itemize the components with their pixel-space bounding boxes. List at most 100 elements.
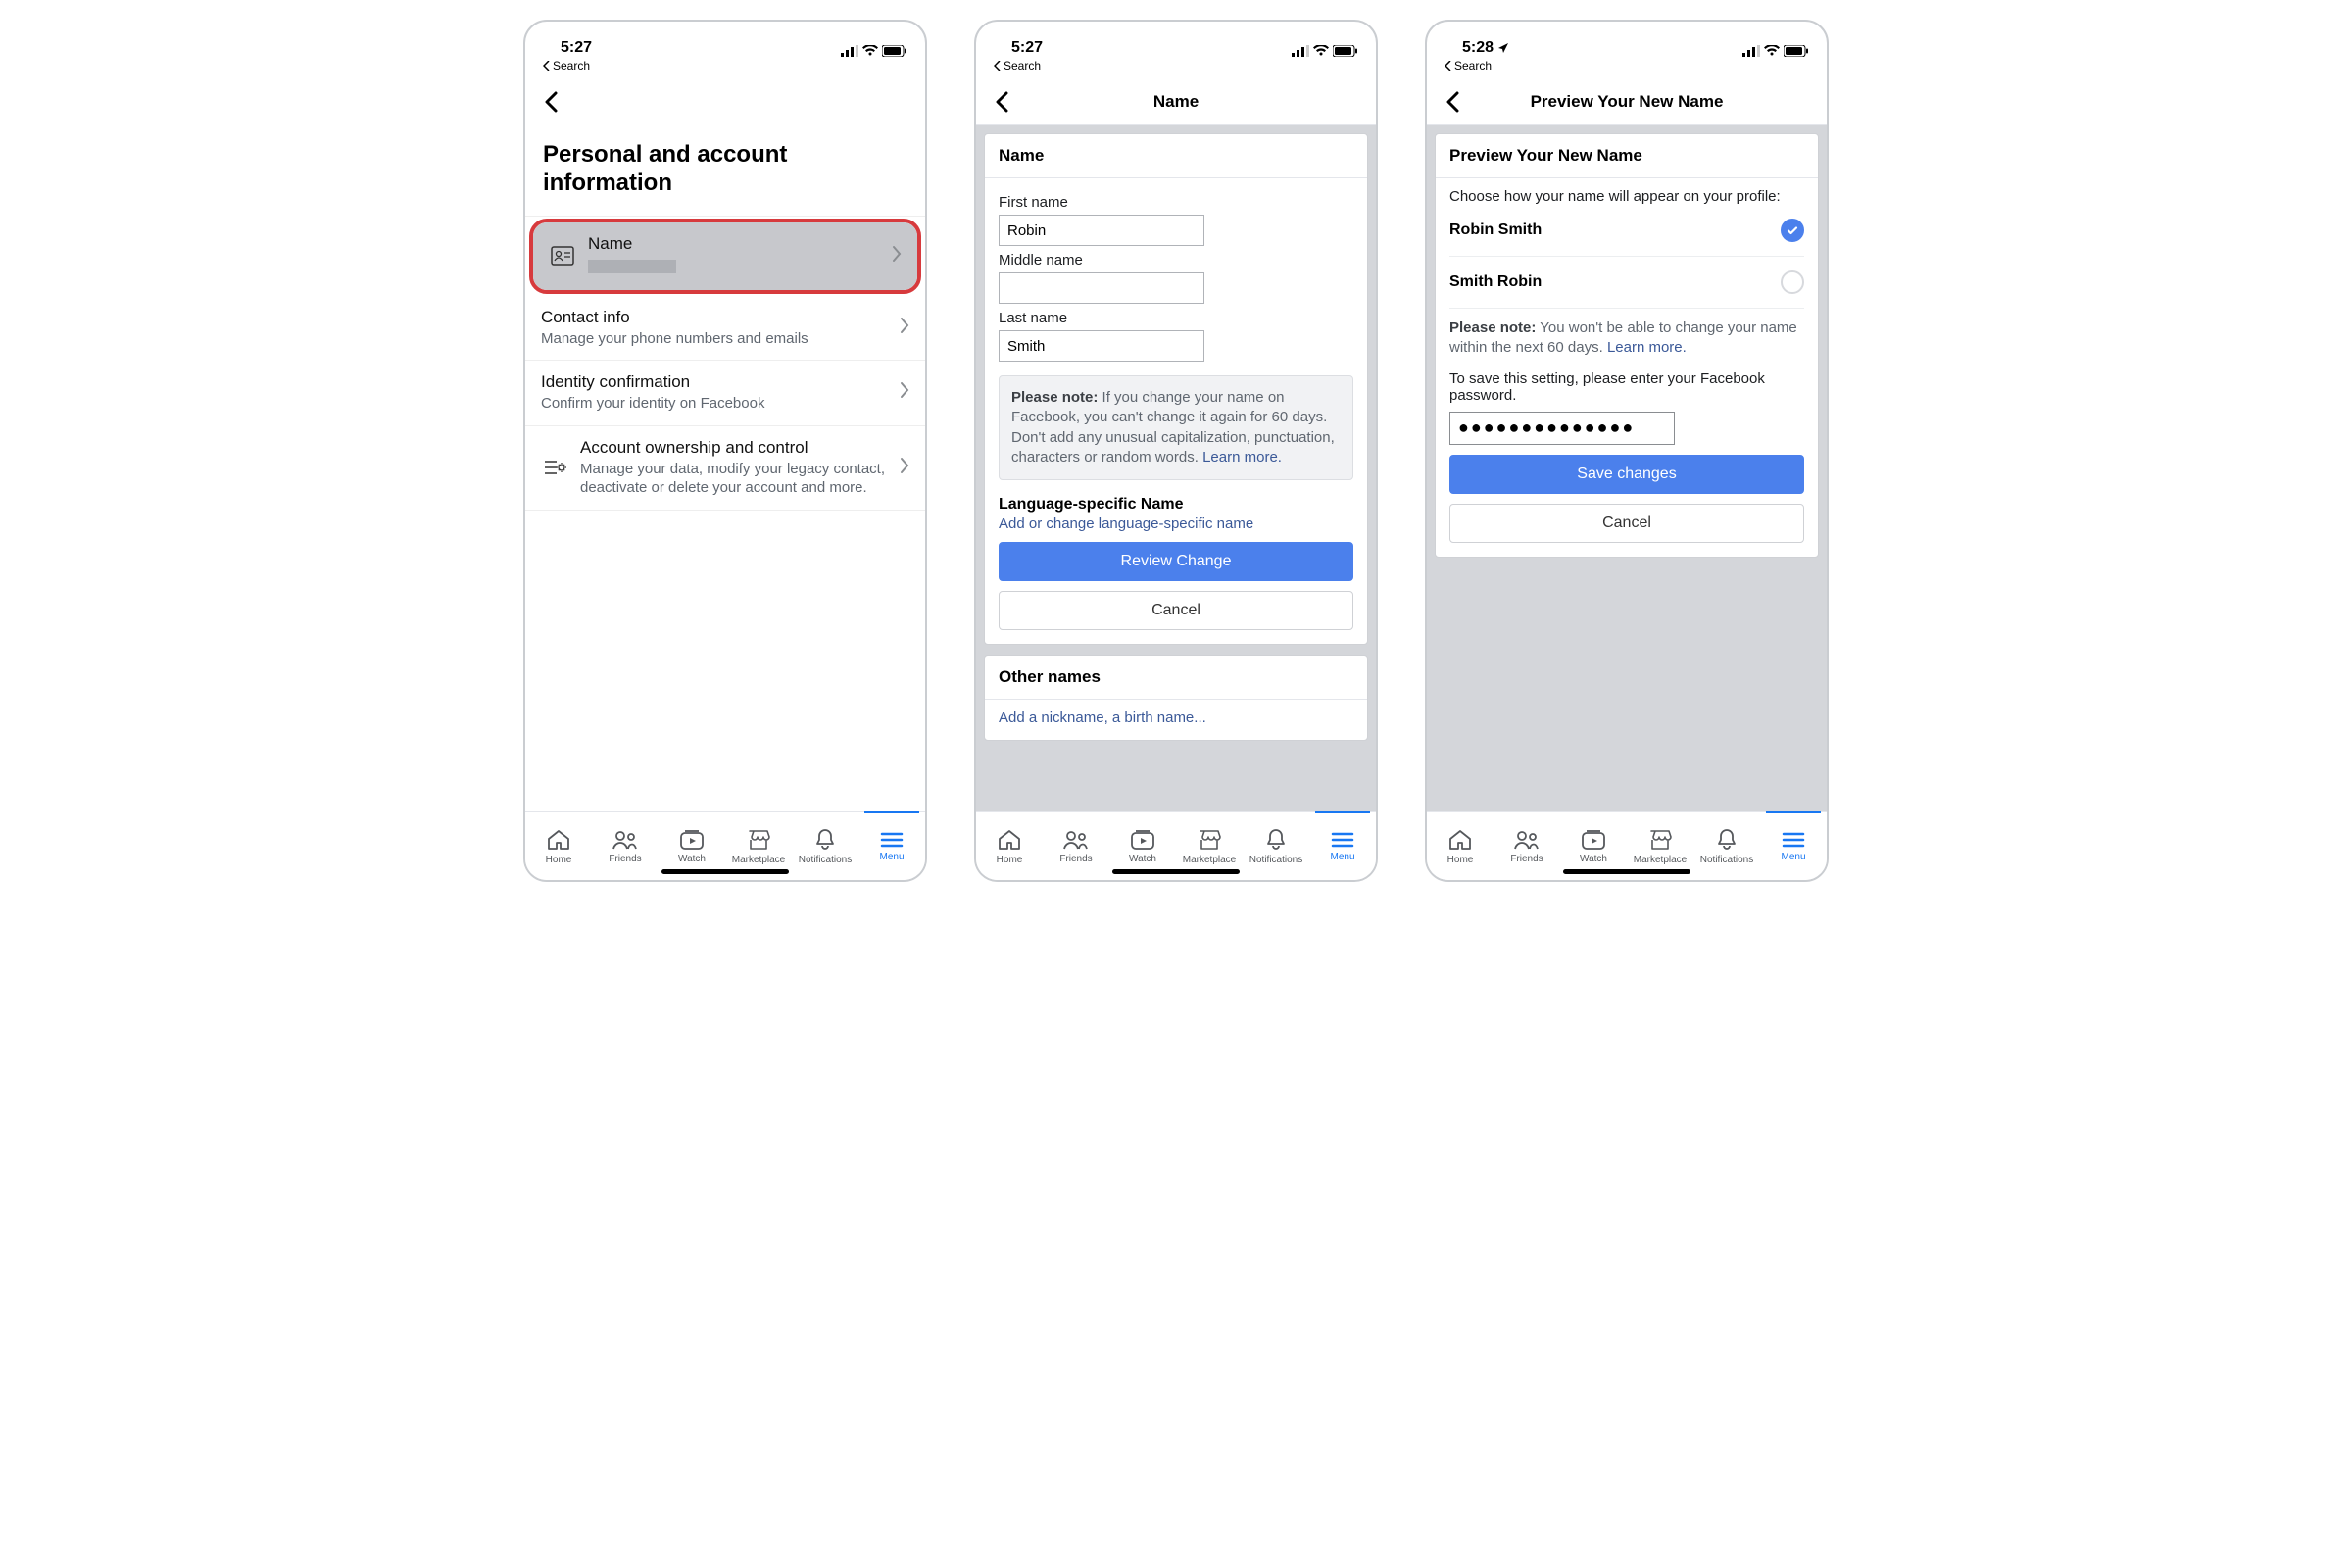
row-contact-info[interactable]: Contact info Manage your phone numbers a… [525, 296, 925, 362]
password-input[interactable] [1449, 412, 1675, 445]
phone-screen-3: 5:28 Search Preview Your New Name Previe… [1425, 20, 1829, 882]
tab-friends[interactable]: Friends [1494, 812, 1560, 880]
name-card: Name First name Middle name Last name Pl… [984, 133, 1368, 645]
phone-screen-2: 5:27 Search Name Name First name Middle … [974, 20, 1378, 882]
status-bar: 5:28 [1427, 22, 1827, 57]
row-contact-sub: Manage your phone numbers and emails [541, 329, 888, 349]
row-name[interactable]: Name [533, 222, 917, 290]
cellular-icon [1292, 45, 1309, 57]
note-bold: Please note: [1449, 319, 1536, 336]
row-identity[interactable]: Identity confirmation Confirm your ident… [525, 361, 925, 426]
nav-header: Preview Your New Name [1427, 78, 1827, 125]
content-area: Name First name Middle name Last name Pl… [976, 125, 1376, 811]
tab-notifications[interactable]: Notifications [1693, 812, 1760, 880]
status-time: 5:27 [1011, 39, 1043, 57]
home-indicator [1112, 869, 1240, 874]
tab-friends[interactable]: Friends [592, 812, 659, 880]
learn-more-link[interactable]: Learn more. [1607, 339, 1687, 356]
phone-screen-1: 5:27 Search Personal and account informa… [523, 20, 927, 882]
wifi-icon [1764, 45, 1780, 57]
bell-icon [814, 828, 836, 852]
tab-home-label: Home [1447, 855, 1474, 865]
tab-notifications[interactable]: Notifications [1243, 812, 1309, 880]
friends-icon [611, 829, 640, 851]
row-ownership[interactable]: Account ownership and control Manage you… [525, 426, 925, 511]
back-to-search[interactable]: Search [976, 57, 1376, 78]
back-caret-icon [994, 61, 1002, 71]
status-time: 5:28 [1462, 39, 1494, 57]
battery-icon [1784, 45, 1809, 57]
chevron-right-icon [900, 381, 909, 404]
id-card-icon [549, 246, 576, 266]
back-to-search[interactable]: Search [525, 57, 925, 78]
card-title: Name [985, 134, 1367, 178]
status-bar: 5:27 [976, 22, 1376, 57]
review-change-button[interactable]: Review Change [999, 542, 1353, 581]
back-caret-icon [1445, 61, 1452, 71]
tab-menu[interactable]: Menu [858, 812, 925, 880]
cancel-button[interactable]: Cancel [999, 591, 1353, 630]
language-name-link[interactable]: Add or change language-specific name [999, 515, 1353, 532]
other-names-card: Other names Add a nickname, a birth name… [984, 655, 1368, 741]
password-instruction: To save this setting, please enter your … [1449, 370, 1804, 404]
menu-icon [1331, 831, 1354, 849]
tab-home[interactable]: Home [976, 812, 1043, 880]
status-icons [1292, 45, 1358, 57]
language-name-title: Language-specific Name [999, 496, 1353, 514]
tab-notifications[interactable]: Notifications [792, 812, 858, 880]
tab-marketplace-label: Marketplace [732, 855, 785, 865]
location-icon [1497, 42, 1509, 54]
middle-name-label: Middle name [999, 252, 1353, 269]
tab-menu-label: Menu [1781, 852, 1805, 862]
nav-header: Name [976, 78, 1376, 125]
chevron-right-icon [900, 317, 909, 339]
chevron-right-icon [900, 457, 909, 479]
note-bold: Please note: [1011, 389, 1098, 406]
tab-marketplace-label: Marketplace [1634, 855, 1687, 865]
status-icons [1742, 45, 1809, 57]
first-name-input[interactable] [999, 215, 1204, 246]
home-indicator [662, 869, 789, 874]
cancel-button[interactable]: Cancel [1449, 504, 1804, 543]
option-last-first[interactable]: Smith Robin [1449, 257, 1804, 309]
tab-friends-label: Friends [609, 854, 641, 864]
highlight-name-row: Name [529, 219, 921, 294]
tab-notifications-label: Notifications [1700, 855, 1753, 865]
back-button[interactable] [1441, 90, 1464, 114]
option-first-last[interactable]: Robin Smith [1449, 205, 1804, 257]
row-name-title: Name [588, 234, 880, 254]
preview-card: Preview Your New Name Choose how your na… [1435, 133, 1819, 558]
home-icon [1447, 828, 1473, 852]
tab-watch-label: Watch [678, 854, 706, 864]
back-button[interactable] [539, 90, 563, 114]
tab-notifications-label: Notifications [1250, 855, 1302, 865]
page-title: Personal and account information [525, 125, 925, 217]
header-title: Name [976, 92, 1376, 112]
tab-home[interactable]: Home [1427, 812, 1494, 880]
tab-watch-label: Watch [1580, 854, 1607, 864]
radio-unchecked-icon [1781, 270, 1804, 294]
back-button[interactable] [990, 90, 1013, 114]
friends-icon [1512, 829, 1542, 851]
learn-more-link[interactable]: Learn more. [1202, 449, 1282, 466]
tab-friends[interactable]: Friends [1043, 812, 1109, 880]
tab-menu[interactable]: Menu [1760, 812, 1827, 880]
back-search-label: Search [553, 59, 590, 73]
tab-friends-label: Friends [1059, 854, 1092, 864]
tab-menu-label: Menu [879, 852, 904, 862]
back-to-search[interactable]: Search [1427, 57, 1827, 78]
last-name-input[interactable] [999, 330, 1204, 362]
middle-name-input[interactable] [999, 272, 1204, 304]
tab-home[interactable]: Home [525, 812, 592, 880]
instruction-text: Choose how your name will appear on your… [1449, 188, 1804, 205]
back-search-label: Search [1454, 59, 1492, 73]
battery-icon [1333, 45, 1358, 57]
home-icon [546, 828, 571, 852]
add-nickname-link[interactable]: Add a nickname, a birth name... [999, 710, 1353, 726]
cellular-icon [841, 45, 858, 57]
friends-icon [1061, 829, 1091, 851]
tab-menu[interactable]: Menu [1309, 812, 1376, 880]
menu-icon [880, 831, 904, 849]
save-changes-button[interactable]: Save changes [1449, 455, 1804, 494]
radio-checked-icon [1781, 219, 1804, 242]
